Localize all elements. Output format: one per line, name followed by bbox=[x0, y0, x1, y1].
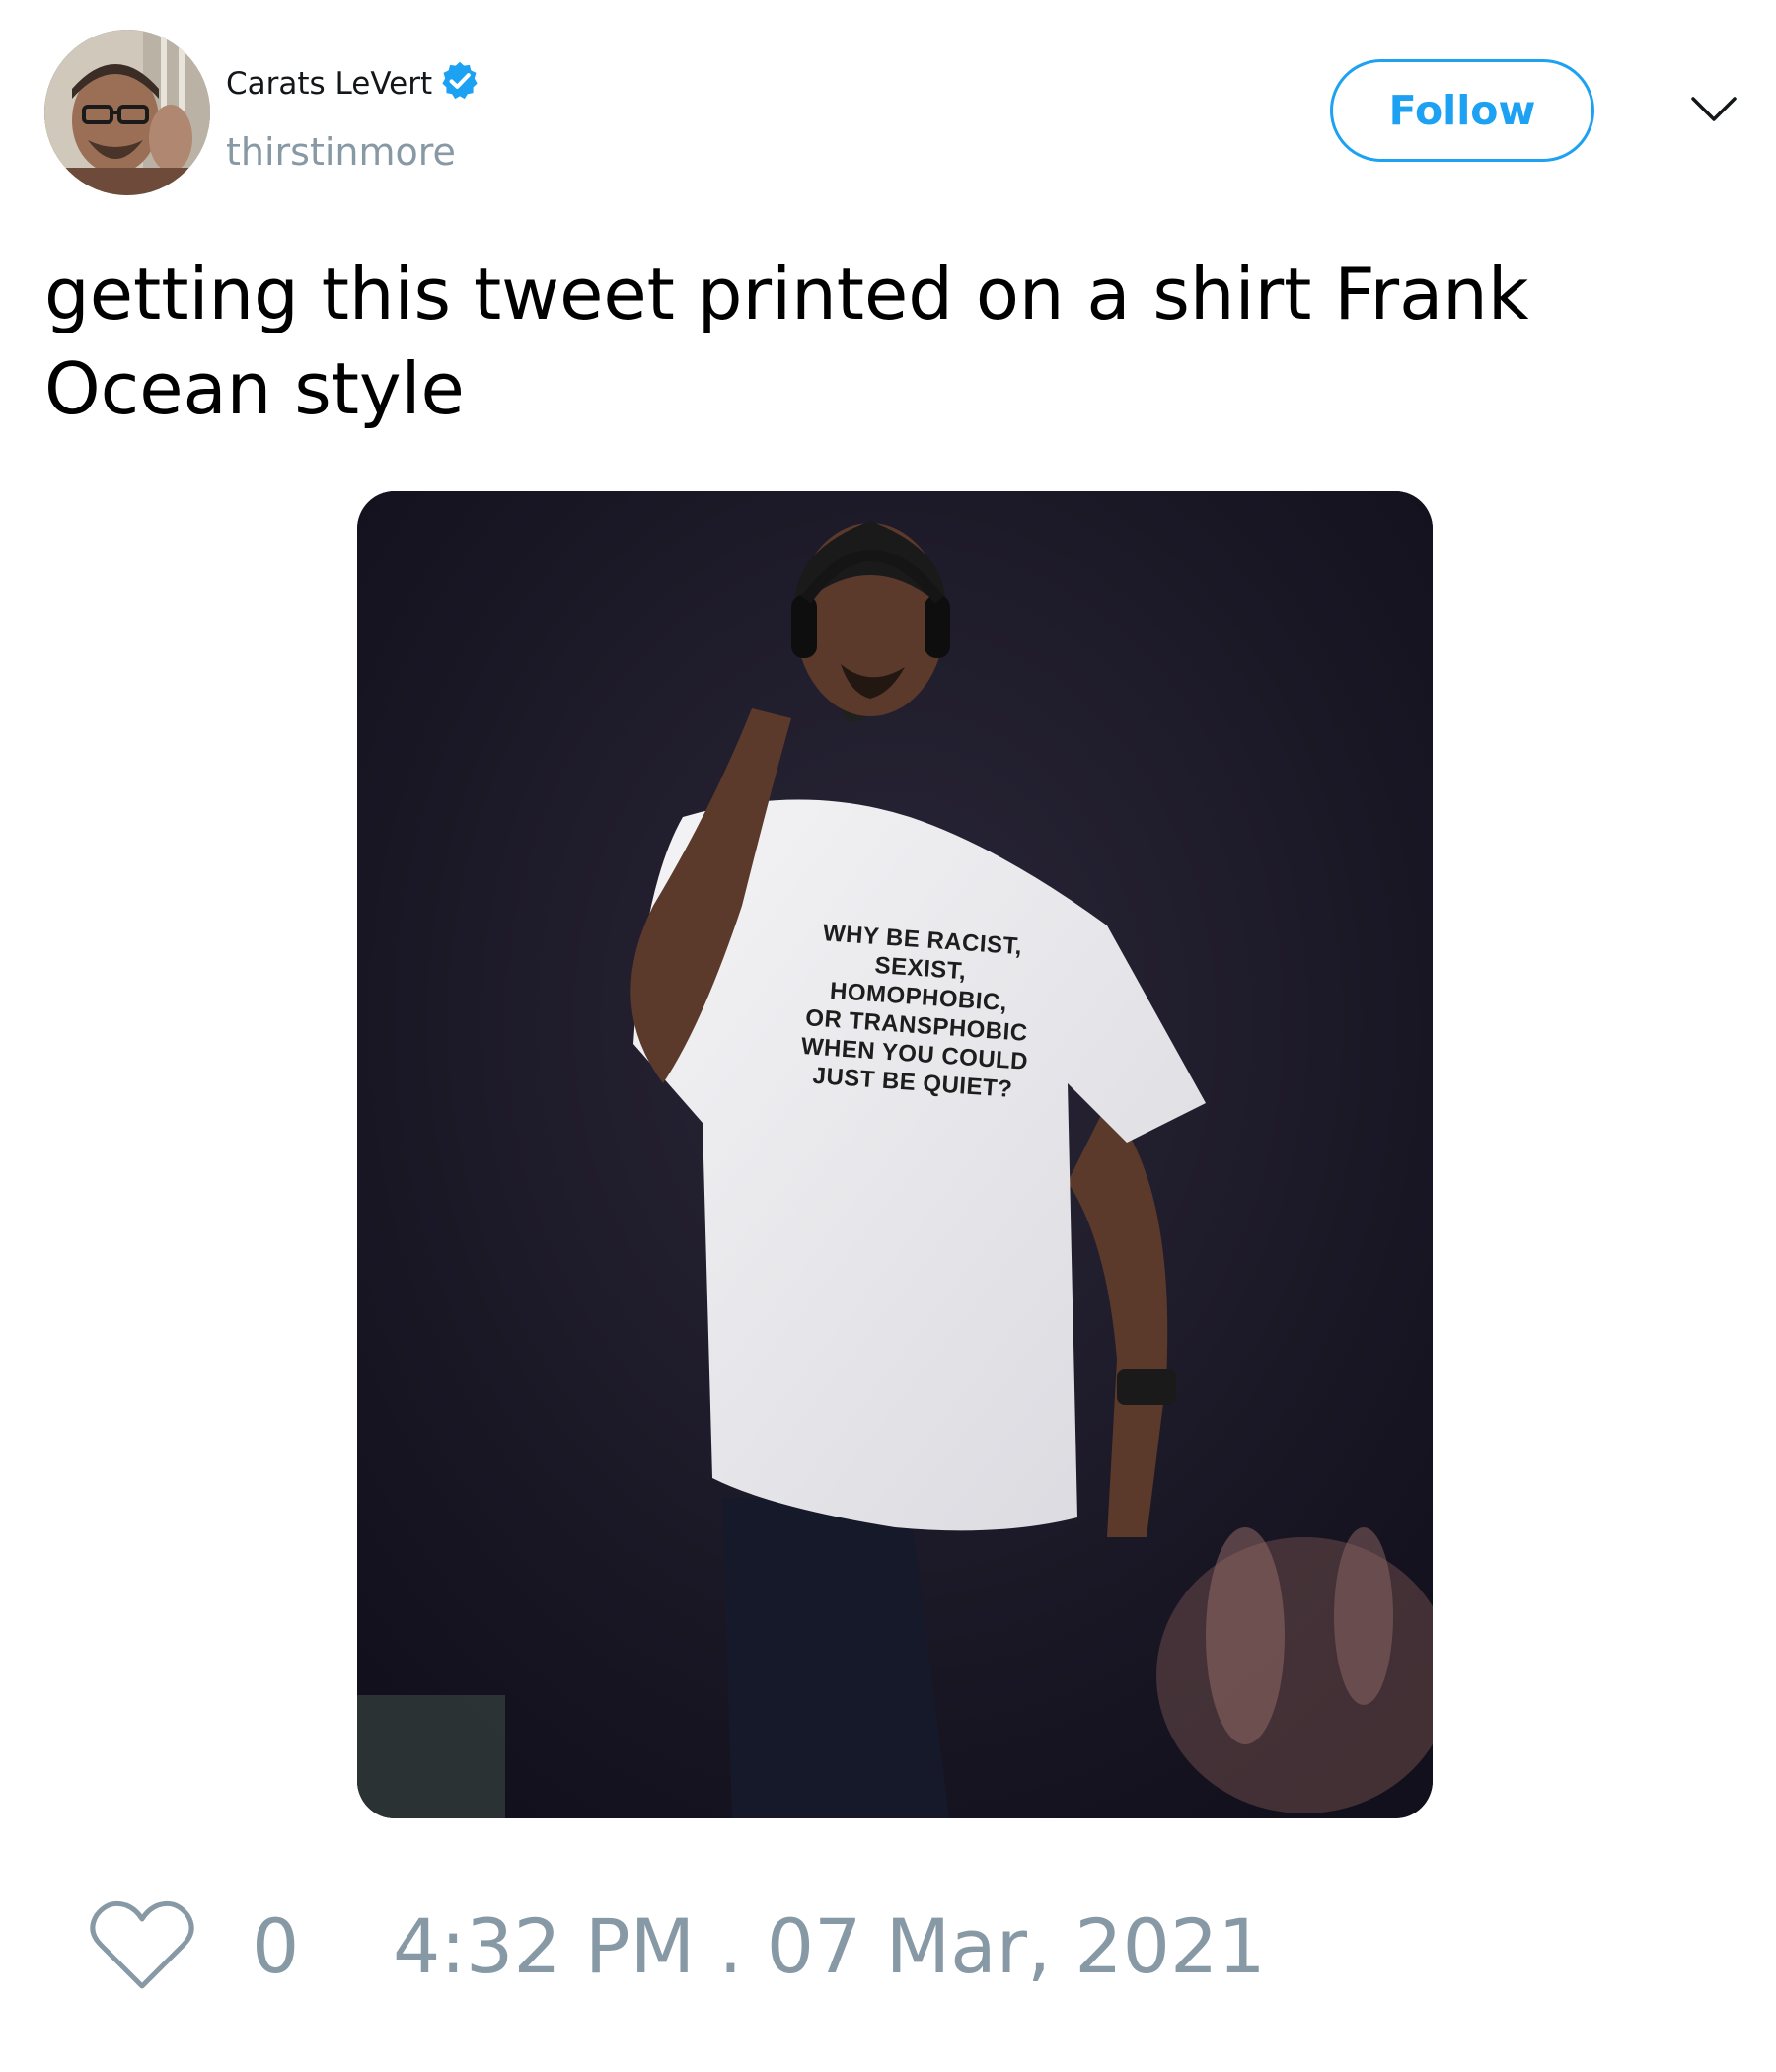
user-photo-icon bbox=[44, 30, 210, 195]
author-display-name[interactable]: Carats LeVert bbox=[226, 65, 432, 103]
heart-outline-icon[interactable] bbox=[89, 1899, 195, 1992]
verified-badge-icon bbox=[442, 61, 478, 100]
tweet-timestamp[interactable]: 4:32 PM . 07 Mar, 2021 bbox=[393, 1904, 1266, 1989]
like-count: 0 bbox=[252, 1902, 300, 1990]
concert-photo-illustration bbox=[357, 491, 1433, 1818]
avatar[interactable] bbox=[44, 30, 210, 195]
tweet-text: getting this tweet printed on a shirt Fr… bbox=[44, 253, 1529, 430]
shirt-slogan: WHY BE RACIST, SEXIST, HOMOPHOBIC, OR TR… bbox=[800, 920, 1029, 1103]
follow-button[interactable]: Follow bbox=[1330, 59, 1594, 162]
chevron-down-icon[interactable] bbox=[1689, 89, 1739, 128]
author-handle[interactable]: thirstinmore bbox=[226, 130, 456, 174]
tweet-media-image[interactable]: WHY BE RACIST, SEXIST, HOMOPHOBIC, OR TR… bbox=[357, 491, 1433, 1818]
